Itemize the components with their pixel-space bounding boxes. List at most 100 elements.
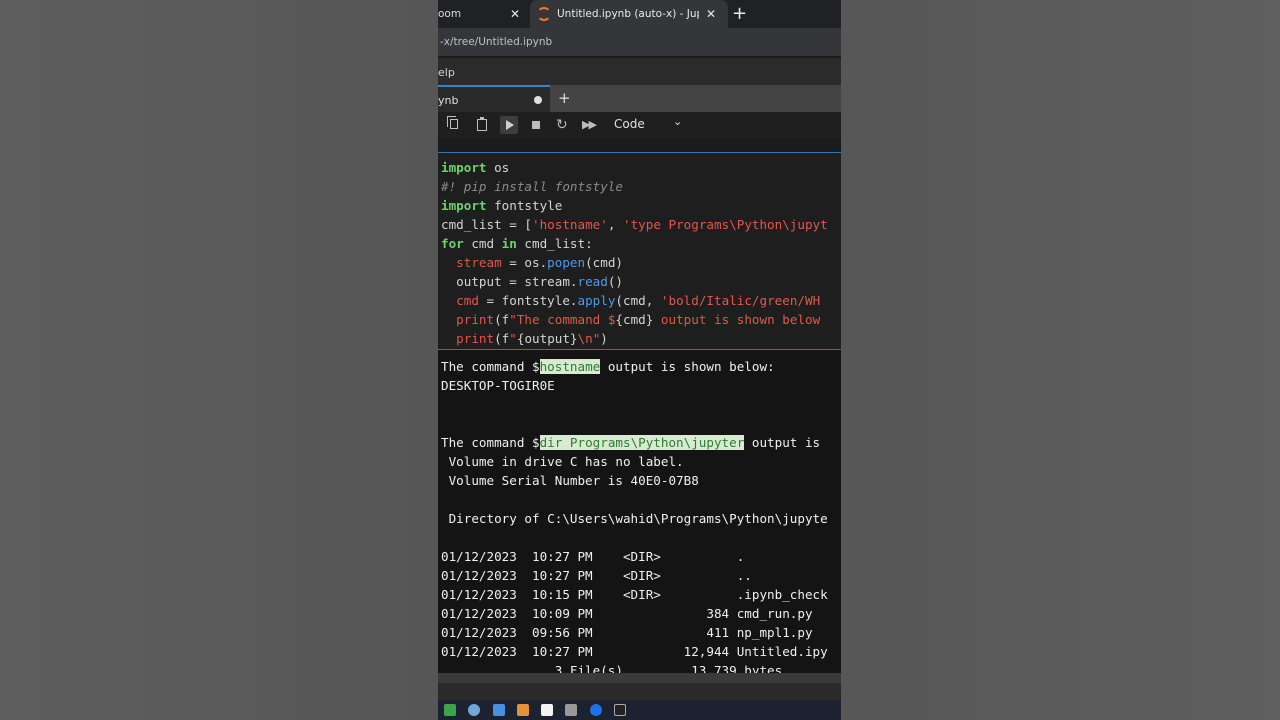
restart-run-all-button[interactable]: ▶▶ xyxy=(581,116,599,134)
notebook-tab[interactable]: ynb xyxy=(438,85,550,112)
copy-button[interactable] xyxy=(446,116,464,134)
code-line: for cmd in cmd_list: xyxy=(441,236,593,251)
stop-icon xyxy=(532,121,540,129)
token: cmd_list: xyxy=(516,236,593,251)
token: {cmd} xyxy=(615,312,654,327)
code-line: print(f"{output}\n") xyxy=(441,331,608,346)
fast-forward-icon: ▶▶ xyxy=(582,118,597,131)
token: apply xyxy=(577,293,616,308)
jupyter-logo-icon xyxy=(537,7,551,21)
token: 'type Programs\Python\jupyt xyxy=(623,217,828,232)
token: Volume Serial Number is 40E0-07B8 xyxy=(441,473,699,488)
output-line: The command $dir Programs\Python\jupyter… xyxy=(441,435,820,450)
jupyter-menubar: elp xyxy=(438,58,841,85)
token: \n" xyxy=(577,331,601,346)
token: 01/12/2023 10:27 PM <DIR> . xyxy=(441,549,745,564)
token: os xyxy=(486,160,510,175)
token: stream xyxy=(456,255,502,270)
interrupt-button[interactable] xyxy=(527,116,545,134)
file-icon[interactable] xyxy=(541,704,553,716)
code-line: import fontstyle xyxy=(441,198,562,213)
app-icon-6[interactable] xyxy=(565,704,577,716)
paste-button[interactable] xyxy=(473,116,491,134)
notebook-toolbar: ↻ ▶▶ Code ⌄ xyxy=(438,112,841,138)
token: = os. xyxy=(501,255,548,270)
taskbar xyxy=(438,700,841,720)
output-line: Directory of C:\Users\wahid\Programs\Pyt… xyxy=(441,511,828,526)
output-line: Volume in drive C has no label. xyxy=(441,454,684,469)
code-line: stream = os.popen(cmd) xyxy=(441,255,623,270)
token: cmd xyxy=(463,236,502,251)
code-line: print(f"The command ${cmd} output is sho… xyxy=(441,312,820,327)
cell-output: The command $ hostname output is shown be… xyxy=(438,350,841,673)
token: print xyxy=(456,312,495,327)
close-icon[interactable]: ✕ xyxy=(510,7,520,21)
new-tab-button[interactable]: + xyxy=(732,3,747,24)
token: DESKTOP-TOGIR0E xyxy=(441,378,555,393)
token: in xyxy=(501,236,517,251)
paste-icon xyxy=(477,117,487,131)
address-bar[interactable]: -x/tree/Untitled.ipynb xyxy=(438,28,841,56)
code-line: cmd_list = ['hostname', 'type Programs\P… xyxy=(441,217,828,232)
token: (cmd, xyxy=(615,293,661,308)
browser-icon[interactable] xyxy=(590,704,602,716)
app-icon-4[interactable] xyxy=(517,704,529,716)
code-text[interactable]: import os #! pip install fontstyle impor… xyxy=(441,158,828,348)
unsaved-dot-icon[interactable] xyxy=(534,96,542,104)
app-icon-3[interactable] xyxy=(493,704,505,716)
output-line: 01/12/2023 10:27 PM 12,944 Untitled.ipy xyxy=(441,644,828,659)
tab-title: Untitled.ipynb (auto-x) - Jupyter xyxy=(557,8,699,20)
restart-button[interactable]: ↻ xyxy=(554,116,572,134)
token: Volume in drive C has no label. xyxy=(441,454,684,469)
token: read xyxy=(577,274,608,289)
token: 3 File(s) 13,739 bytes xyxy=(441,663,783,673)
chevron-down-icon[interactable]: ⌄ xyxy=(673,115,682,128)
run-icon xyxy=(506,120,514,130)
browser-tab-strip: oom ✕ Untitled.ipynb (auto-x) - Jupyter … xyxy=(438,0,841,28)
close-icon[interactable]: ✕ xyxy=(706,7,716,21)
url-text: -x/tree/Untitled.ipynb xyxy=(440,36,553,48)
notebook-tab-label: ynb xyxy=(438,94,459,107)
status-area xyxy=(438,683,841,700)
token: output is shown below: xyxy=(600,359,775,374)
token: The command $ xyxy=(441,435,540,450)
token: Directory of C:\Users\wahid\Programs\Pyt… xyxy=(441,511,828,526)
output-line: 3 File(s) 13,739 bytes xyxy=(441,663,782,673)
app-icon-2[interactable] xyxy=(468,704,480,716)
token: import xyxy=(441,160,487,175)
run-button[interactable] xyxy=(500,116,518,134)
token: #! pip install fontstyle xyxy=(441,179,623,194)
token: 01/12/2023 10:09 PM 384 cmd_run.py xyxy=(441,606,813,621)
token: output is shown below xyxy=(653,312,821,327)
token: 01/12/2023 10:27 PM <DIR> .. xyxy=(441,568,752,583)
token: " xyxy=(509,331,517,346)
output-line: 01/12/2023 10:15 PM <DIR> .ipynb_check xyxy=(441,587,828,602)
highlighted-command: hostname xyxy=(539,359,601,374)
token: 01/12/2023 10:27 PM 12,944 Untitled.ipy xyxy=(441,644,828,659)
output-line: 01/12/2023 09:56 PM 411 np_mpl1.py xyxy=(441,625,813,640)
menu-help[interactable]: elp xyxy=(438,66,455,79)
browser-tab-jupyter[interactable]: Untitled.ipynb (auto-x) - Jupyter ✕ xyxy=(530,0,728,28)
token: ) xyxy=(600,331,608,346)
token: , xyxy=(607,217,623,232)
token: 01/12/2023 10:15 PM <DIR> .ipynb_check xyxy=(441,587,828,602)
code-cell-editor[interactable]: import os #! pip install fontstyle impor… xyxy=(438,152,841,350)
new-launcher-button[interactable]: + xyxy=(558,89,571,107)
output-line: 01/12/2023 10:09 PM 384 cmd_run.py xyxy=(441,606,813,621)
horizontal-scrollbar[interactable] xyxy=(438,673,841,683)
terminal-icon[interactable] xyxy=(614,704,626,716)
cell-type-select[interactable]: Code xyxy=(614,117,645,131)
token: output = stream. xyxy=(441,274,578,289)
token: 'bold/Italic/green/WH xyxy=(660,293,821,308)
right-blur-background xyxy=(841,0,1280,720)
browser-tab-zoom[interactable]: oom ✕ xyxy=(438,0,524,28)
copy-icon xyxy=(447,116,458,129)
app-icon-1[interactable] xyxy=(444,704,456,716)
output-line: DESKTOP-TOGIR0E xyxy=(441,378,555,393)
token: "The command $ xyxy=(509,312,616,327)
output-line: 01/12/2023 10:27 PM <DIR> .. xyxy=(441,568,752,583)
token: cmd_list = [ xyxy=(441,217,532,232)
